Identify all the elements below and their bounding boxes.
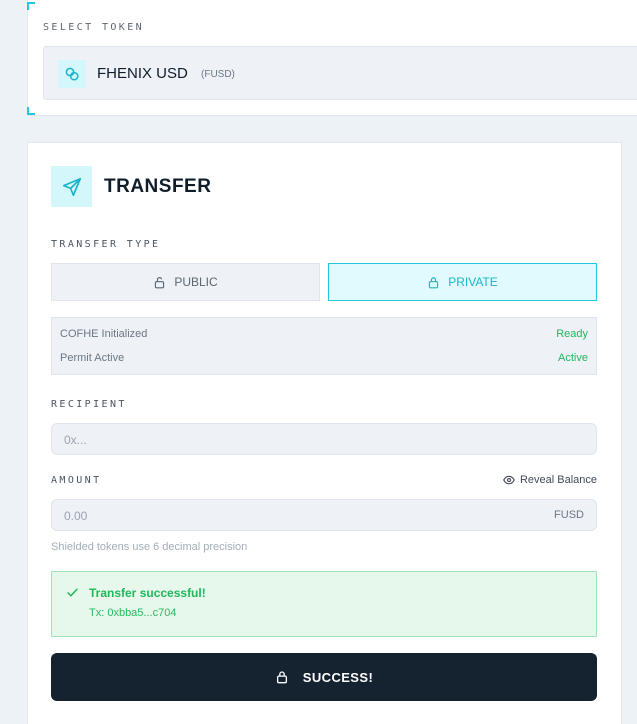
unlock-icon xyxy=(155,276,165,288)
status-key: COFHE Initialized xyxy=(60,328,148,340)
check-icon xyxy=(67,588,78,597)
status-row: Permit Active Active xyxy=(60,352,588,364)
status-value: Ready xyxy=(556,328,588,340)
select-token-label: SELECT TOKEN xyxy=(43,22,145,33)
transfer-card: TRANSFER TRANSFER TYPE PUBLIC PRIVATE CO… xyxy=(27,142,622,724)
transfer-type-label: TRANSFER TYPE xyxy=(51,239,161,250)
success-alert: Transfer successful! Tx: 0xbba5...c704 xyxy=(51,571,597,637)
lock-icon xyxy=(429,276,439,288)
transaction-hash: Tx: 0xbba5...c704 xyxy=(89,607,177,619)
recipient-label: RECIPIENT xyxy=(51,399,127,410)
token-select-panel: SELECT TOKEN FHENIX USD (FUSD) xyxy=(27,0,637,116)
submit-label: SUCCESS! xyxy=(302,669,374,685)
submit-button[interactable]: SUCCESS! xyxy=(51,653,597,701)
reveal-balance-label: Reveal Balance xyxy=(519,474,597,486)
status-row: COFHE Initialized Ready xyxy=(60,328,588,340)
amount-unit: FUSD xyxy=(554,509,584,521)
precision-hint: Shielded tokens use 6 decimal precision xyxy=(51,541,248,553)
eye-icon xyxy=(503,475,515,485)
token-selector[interactable]: FHENIX USD (FUSD) xyxy=(43,46,637,100)
send-icon xyxy=(51,166,92,207)
recipient-input[interactable]: 0x... xyxy=(51,423,597,455)
corner-accent xyxy=(27,2,35,10)
lock-icon xyxy=(276,671,287,684)
status-panel: COFHE Initialized Ready Permit Active Ac… xyxy=(51,317,597,375)
amount-input[interactable]: 0.00 FUSD xyxy=(51,499,597,531)
page-title: TRANSFER xyxy=(104,176,212,197)
token-name: FHENIX USD xyxy=(97,65,188,82)
amount-label: AMOUNT xyxy=(51,475,102,486)
status-key: Permit Active xyxy=(60,352,125,364)
coins-icon xyxy=(58,60,86,88)
public-type-label: PUBLIC xyxy=(174,275,218,289)
corner-accent xyxy=(27,107,35,115)
success-title: Transfer successful! xyxy=(89,586,206,600)
public-type-button[interactable]: PUBLIC xyxy=(51,263,320,301)
recipient-placeholder: 0x... xyxy=(64,433,87,447)
token-symbol: (FUSD) xyxy=(201,69,235,80)
private-type-button[interactable]: PRIVATE xyxy=(328,263,597,301)
reveal-balance-button[interactable]: Reveal Balance xyxy=(503,474,597,486)
private-type-label: PRIVATE xyxy=(448,275,498,289)
status-value: Active xyxy=(558,352,588,364)
amount-placeholder: 0.00 xyxy=(64,509,88,523)
